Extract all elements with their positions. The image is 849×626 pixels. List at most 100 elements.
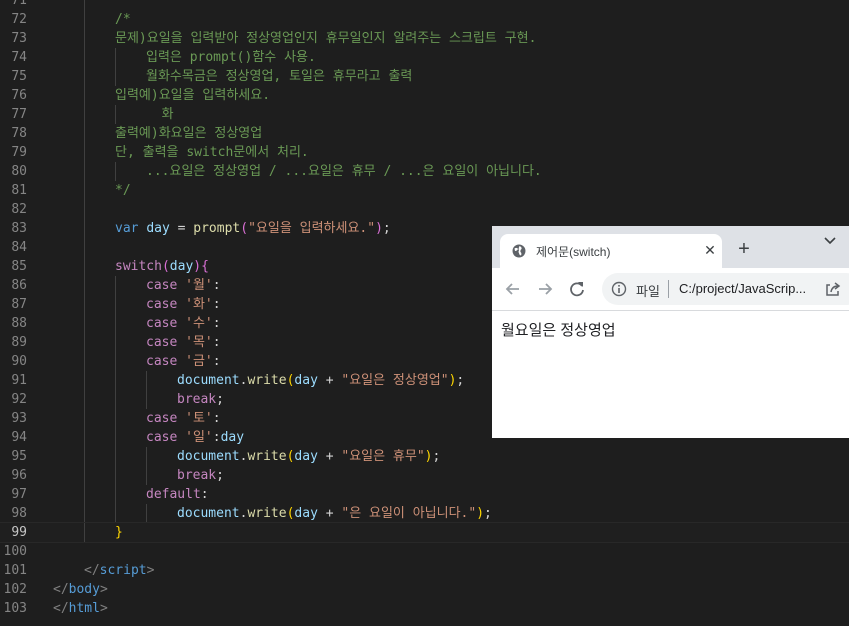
code-token: : bbox=[200, 487, 209, 502]
code-line[interactable]: 78 출력예)화요일은 정상영업 bbox=[0, 124, 849, 143]
url-text[interactable]: C:/project/JavaScrip... bbox=[679, 281, 806, 296]
line-number: 81 bbox=[11, 183, 27, 198]
code-line[interactable]: 102 </body> bbox=[0, 580, 849, 599]
code-line[interactable]: 80 ...요일은 정상영업 / ...요일은 휴무 / ...은 요일이 아닙니… bbox=[0, 162, 849, 181]
code-line[interactable]: 98 document.write(day + "은 요일이 아닙니다."); bbox=[0, 504, 849, 523]
code-line[interactable]: 101 </script> bbox=[0, 561, 849, 580]
code-token: '토' bbox=[185, 411, 213, 426]
indent-guide bbox=[146, 466, 147, 485]
new-tab-button[interactable]: + bbox=[734, 239, 754, 259]
code-line[interactable]: 74 입력은 prompt()함수 사용. bbox=[0, 48, 849, 67]
forward-arrow-icon[interactable] bbox=[535, 279, 555, 299]
code-text: */ bbox=[115, 181, 131, 200]
indent-guide bbox=[84, 523, 85, 542]
browser-window: 제어문(switch) ✕ + 파일 C:/project/JavaScrip.… bbox=[492, 226, 849, 438]
code-token: 출력예)화요일은 정상영업 bbox=[115, 126, 263, 141]
indent-guide bbox=[84, 485, 85, 504]
code-line[interactable]: 95 document.write(day + "요일은 휴무"); bbox=[0, 447, 849, 466]
indent-guide bbox=[84, 390, 85, 409]
code-line[interactable]: 75 월화수목금은 정상영업, 토일은 휴무라고 출력 bbox=[0, 67, 849, 86]
indent-guide bbox=[84, 257, 85, 276]
code-line[interactable]: 100 bbox=[0, 542, 849, 561]
indent-guide bbox=[84, 143, 85, 162]
code-line[interactable]: 73 문제)요일을 입력받아 정상영업인지 휴무일인지 알려주는 스크립트 구현. bbox=[0, 29, 849, 48]
code-line[interactable]: 79 단, 출력을 switch문에서 처리. bbox=[0, 143, 849, 162]
indent-guide bbox=[115, 371, 116, 390]
code-text: break; bbox=[177, 390, 224, 409]
code-line[interactable]: 72 /* bbox=[0, 10, 849, 29]
code-line[interactable]: 77 화 bbox=[0, 105, 849, 124]
close-tab-icon[interactable]: ✕ bbox=[700, 240, 720, 260]
indent-guide bbox=[84, 333, 85, 352]
indent-guide bbox=[84, 238, 85, 257]
code-line[interactable]: 97 default: bbox=[0, 485, 849, 504]
code-token: '목' bbox=[185, 335, 213, 350]
code-line[interactable]: 71 bbox=[0, 0, 849, 10]
indent-guide bbox=[84, 352, 85, 371]
indent-guide bbox=[84, 29, 85, 48]
code-token: case bbox=[146, 316, 178, 331]
indent-guide bbox=[115, 466, 116, 485]
line-number: 97 bbox=[11, 487, 27, 502]
reload-icon[interactable] bbox=[567, 279, 587, 299]
indent-guide bbox=[84, 10, 85, 29]
indent-guide bbox=[146, 447, 147, 466]
back-arrow-icon[interactable] bbox=[503, 279, 523, 299]
code-line[interactable]: 99} bbox=[0, 522, 849, 543]
code-text: 입력은 prompt()함수 사용. bbox=[146, 48, 316, 67]
code-token: write bbox=[247, 506, 287, 521]
code-token: case bbox=[146, 411, 178, 426]
code-token: write bbox=[247, 449, 287, 464]
code-text: 화 bbox=[146, 105, 174, 124]
code-token: ) bbox=[375, 221, 383, 236]
indent-guide bbox=[115, 314, 116, 333]
code-token: "요일은 정상영업" bbox=[341, 373, 449, 388]
code-token: 월화수목금은 정상영업, 토일은 휴무라고 출력 bbox=[146, 69, 413, 84]
line-number: 75 bbox=[11, 69, 27, 84]
indent-guide bbox=[115, 390, 116, 409]
info-icon[interactable] bbox=[611, 281, 627, 297]
code-token: day bbox=[146, 221, 170, 236]
indent-guide bbox=[115, 504, 116, 523]
code-token: /* bbox=[115, 12, 131, 27]
code-token: case bbox=[146, 354, 178, 369]
code-text: </html> bbox=[53, 599, 108, 618]
indent-guide bbox=[84, 504, 85, 523]
code-text: default: bbox=[146, 485, 209, 504]
code-line[interactable]: 96 break; bbox=[0, 466, 849, 485]
indent-guide bbox=[84, 276, 85, 295]
code-token: case bbox=[146, 278, 178, 293]
indent-guide bbox=[146, 504, 147, 523]
code-text: </body> bbox=[53, 580, 108, 599]
code-token: > bbox=[99, 601, 108, 616]
code-token: '수' bbox=[185, 316, 213, 331]
code-token: + bbox=[317, 449, 342, 464]
code-text: 문제)요일을 입력받아 정상영업인지 휴무일인지 알려주는 스크립트 구현. bbox=[115, 29, 536, 48]
share-icon[interactable] bbox=[824, 281, 842, 297]
line-number: 96 bbox=[11, 468, 27, 483]
code-token: 문제)요일을 입력받아 정상영업인지 휴무일인지 알려주는 스크립트 구현. bbox=[115, 31, 537, 46]
code-line[interactable]: 82 bbox=[0, 200, 849, 219]
code-token: 입력예)요일을 입력하세요. bbox=[115, 88, 271, 103]
code-token: "요일은 휴무" bbox=[341, 449, 425, 464]
code-line[interactable]: 76 입력예)요일을 입력하세요. bbox=[0, 86, 849, 105]
indent-guide bbox=[146, 390, 147, 409]
code-line[interactable]: 81 */ bbox=[0, 181, 849, 200]
line-number: 93 bbox=[11, 411, 27, 426]
url-separator bbox=[668, 280, 669, 298]
code-text: case '일':day bbox=[146, 428, 244, 447]
code-token: : bbox=[212, 335, 221, 350]
site-info-label[interactable]: 파일 bbox=[636, 281, 660, 300]
line-number: 76 bbox=[11, 88, 27, 103]
chevron-down-icon[interactable] bbox=[822, 232, 838, 248]
code-token: : bbox=[212, 430, 221, 445]
indent-guide bbox=[84, 124, 85, 143]
address-bar[interactable]: 파일 C:/project/JavaScrip... bbox=[602, 273, 849, 305]
code-line[interactable]: 103 </html> bbox=[0, 599, 849, 618]
browser-tab[interactable]: 제어문(switch) ✕ bbox=[500, 234, 722, 268]
code-token: day bbox=[220, 430, 245, 445]
code-token: document bbox=[177, 373, 240, 388]
line-number: 79 bbox=[11, 145, 27, 160]
